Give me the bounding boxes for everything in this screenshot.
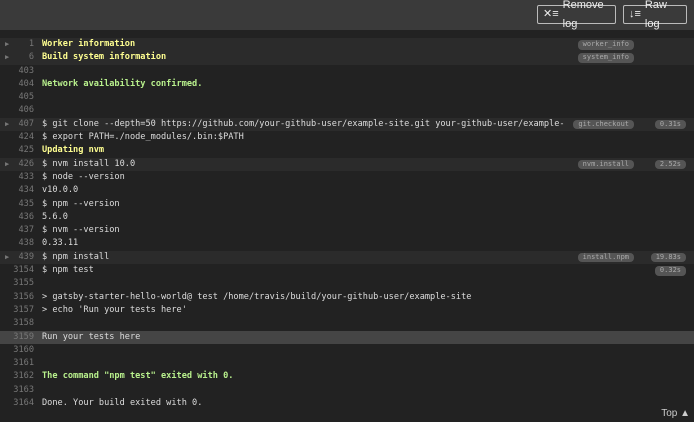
line-number[interactable]: 426: [0, 158, 34, 171]
line-number[interactable]: 3161: [0, 357, 34, 370]
duration-badge: 2.52s: [654, 159, 686, 170]
log-line: 3158: [0, 317, 694, 330]
line-number[interactable]: 3164: [0, 397, 34, 410]
log-line: 425 Updating nvm: [0, 144, 694, 157]
line-number[interactable]: 403: [0, 65, 34, 78]
log-line[interactable]: ▶ 407 $ git clone --depth=50 https://githu…: [0, 117, 694, 132]
line-text: $ npm --version: [42, 198, 120, 209]
log-line: 404 Network availability confirmed.: [0, 78, 694, 91]
line-text: Build system information: [42, 52, 167, 63]
line-number[interactable]: 6: [0, 51, 34, 64]
line-number[interactable]: 3158: [0, 317, 34, 330]
log-line: 3156 > gatsby-starter-hello-world@ test /…: [0, 291, 694, 304]
line-text: $ git clone --depth=50 https://github.co…: [42, 118, 565, 129]
line-text: $ nvm install 10.0: [42, 158, 136, 169]
log-line: 437 $ nvm --version: [0, 224, 694, 237]
log-line: 405: [0, 91, 694, 104]
line-text: The command "npm test" exited with 0.: [42, 371, 234, 382]
line-number[interactable]: 405: [0, 91, 34, 104]
line-number[interactable]: 433: [0, 171, 34, 184]
line-number[interactable]: 438: [0, 237, 34, 250]
line-number[interactable]: 3155: [0, 277, 34, 290]
raw-log-icon: ↓≡: [629, 8, 641, 20]
log-toolbar: ✕≡ Remove log ↓≡ Raw log: [0, 0, 694, 30]
duration-badge: 19.83s: [650, 252, 686, 263]
log-line: 433 $ node --version: [0, 171, 694, 184]
line-number[interactable]: 435: [0, 198, 34, 211]
remove-log-icon: ✕≡: [543, 8, 559, 20]
line-number[interactable]: 437: [0, 224, 34, 237]
line-number[interactable]: 434: [0, 184, 34, 197]
log-line: 436 5.6.0: [0, 211, 694, 224]
fold-name-badge: worker_info: [577, 40, 634, 50]
line-number[interactable]: 3154: [0, 264, 34, 277]
line-text: 0.33.11: [42, 238, 79, 249]
line-number[interactable]: 3156: [0, 291, 34, 304]
log-line: 3163: [0, 384, 694, 397]
line-text: 5.6.0: [42, 211, 68, 222]
line-number[interactable]: 425: [0, 144, 34, 157]
line-text: Worker information: [42, 39, 136, 49]
log-output: ▶ 1 Worker information worker_info ▶ 6 Build s…: [0, 38, 694, 410]
log-line: 424 $ export PATH=./node_modules/.bin:$PA…: [0, 131, 694, 144]
log-line: 3160: [0, 344, 694, 357]
log-line[interactable]: ▶ 6 Build system information system_info: [0, 51, 694, 65]
log-line: 3161: [0, 357, 694, 370]
remove-log-button[interactable]: ✕≡ Remove log: [537, 0, 616, 30]
line-number[interactable]: 3162: [0, 370, 34, 383]
line-text: > echo 'Run your tests here': [42, 304, 187, 315]
line-text: $ nvm --version: [42, 225, 120, 236]
log-line: 434 v10.0.0: [0, 184, 694, 197]
line-text: Network availability confirmed.: [42, 78, 203, 89]
fold-name-badge: git.checkout: [573, 119, 634, 130]
line-text: Done. Your build exited with 0.: [42, 398, 203, 409]
fold-name-badge: nvm.install: [577, 159, 634, 170]
fold-name-badge: install.npm: [577, 252, 634, 263]
line-text: Updating nvm: [42, 145, 105, 156]
line-text: $ export PATH=./node_modules/.bin:$PATH: [42, 132, 244, 143]
log-line: 3154 $ npm test 0.32s: [0, 264, 694, 277]
raw-log-button[interactable]: ↓≡ Raw log: [623, 0, 687, 30]
line-number[interactable]: 3159: [0, 331, 34, 344]
fold-name-badge: system_info: [577, 53, 634, 63]
line-text: $ npm test: [42, 265, 94, 276]
line-number[interactable]: 404: [0, 78, 34, 91]
line-text: $ node --version: [42, 171, 125, 182]
line-number[interactable]: 436: [0, 211, 34, 224]
log-line: 438 0.33.11: [0, 237, 694, 250]
log-line[interactable]: ▶ 426 $ nvm install 10.0 nvm.install 2.52s: [0, 157, 694, 171]
scroll-top-link[interactable]: Top ▲: [661, 408, 690, 419]
line-text: v10.0.0: [42, 185, 79, 196]
line-text: > gatsby-starter-hello-world@ test /home…: [42, 291, 472, 302]
line-number[interactable]: 1: [0, 38, 34, 51]
log-line: 435 $ npm --version: [0, 198, 694, 211]
line-number[interactable]: 3157: [0, 304, 34, 317]
log-line[interactable]: ▶ 439 $ npm install install.npm 19.83s: [0, 250, 694, 265]
log-line: 3157 > echo 'Run your tests here': [0, 304, 694, 317]
log-line: 3155: [0, 277, 694, 290]
log-line: 3164 Done. Your build exited with 0.: [0, 397, 694, 410]
log-line[interactable]: ▶ 1 Worker information worker_info: [0, 38, 694, 52]
line-number[interactable]: 439: [0, 251, 34, 264]
line-text: $ npm install: [42, 251, 110, 262]
line-text: Run your tests here: [42, 331, 141, 342]
line-number[interactable]: 406: [0, 104, 34, 117]
duration-badge: 0.32s: [654, 266, 686, 276]
line-number[interactable]: 3160: [0, 344, 34, 357]
log-line: 403: [0, 65, 694, 78]
line-number[interactable]: 407: [0, 118, 34, 131]
log-line: 3162 The command "npm test" exited with 0…: [0, 370, 694, 383]
line-number[interactable]: 3163: [0, 384, 34, 397]
log-line: 406: [0, 104, 694, 117]
duration-badge: 0.31s: [654, 119, 686, 130]
log-line: 3159 Run your tests here: [0, 330, 694, 344]
line-number[interactable]: 424: [0, 131, 34, 144]
